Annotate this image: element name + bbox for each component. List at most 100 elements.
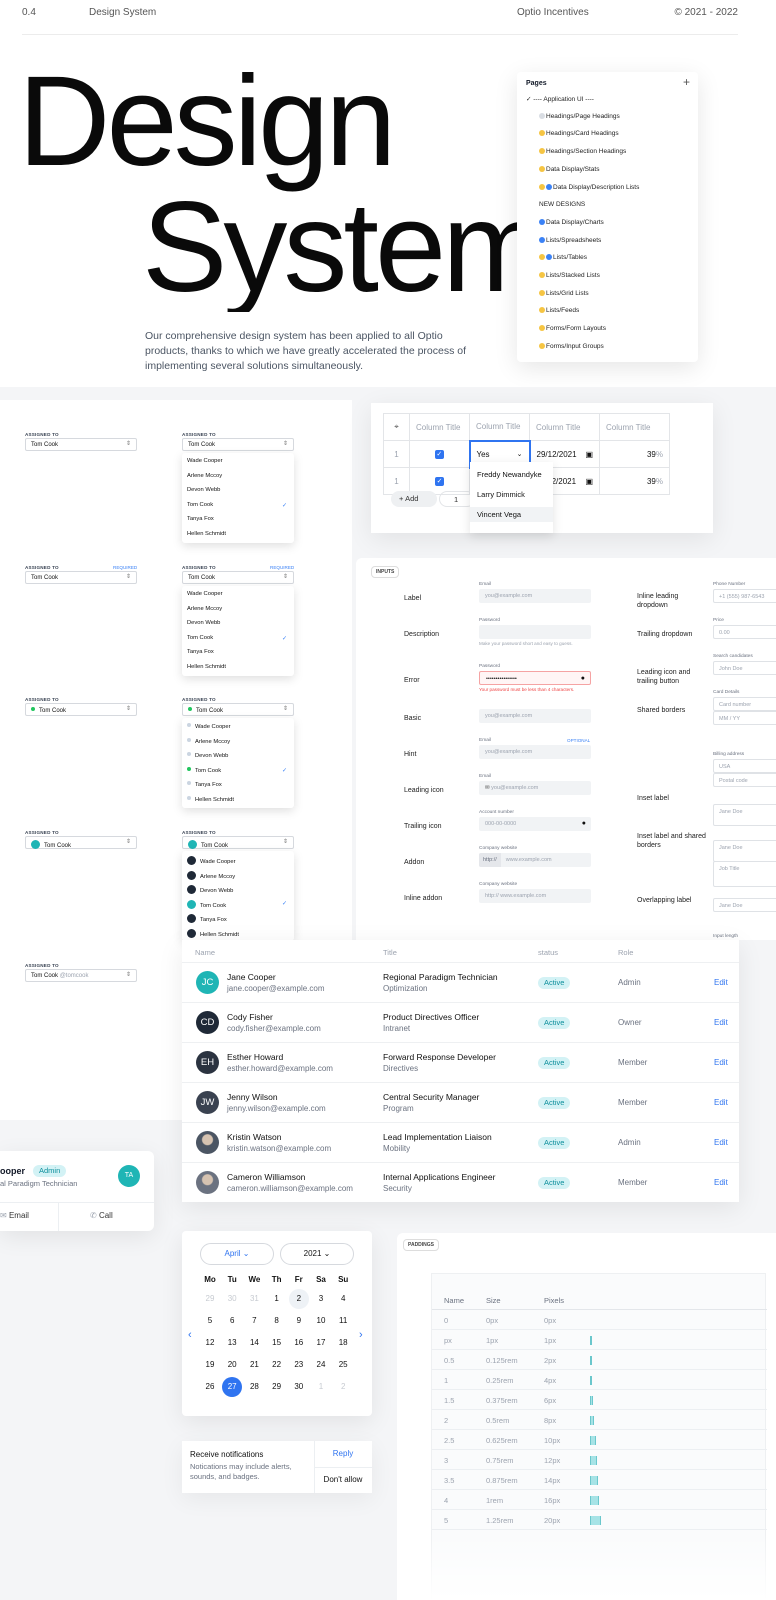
calendar-day[interactable]: 7 (243, 1311, 265, 1331)
calendar-day[interactable]: 21 (243, 1355, 265, 1375)
edit-link[interactable]: Edit (714, 978, 728, 987)
calendar-day[interactable]: 14 (243, 1333, 265, 1353)
page-list-item[interactable]: Lists/Feeds (539, 307, 579, 314)
assigned-select[interactable]: Tom Cook ⇕ (182, 438, 294, 451)
calendar-day[interactable]: 20 (221, 1355, 243, 1375)
text-input[interactable]: http:// www.example.com (479, 889, 591, 903)
edit-link[interactable]: Edit (714, 1058, 728, 1067)
text-input[interactable]: 000-00-0000 ● (479, 817, 591, 831)
calendar-day[interactable]: 11 (332, 1311, 354, 1331)
select-option[interactable]: Tanya Fox (187, 516, 214, 522)
edit-link[interactable]: Edit (714, 1018, 728, 1027)
page-list-item[interactable]: ✓ ---- Application UI ---- (526, 95, 594, 103)
calendar-day[interactable]: 29 (199, 1289, 221, 1309)
select-option[interactable]: Hellen Schmidt (187, 929, 239, 938)
assigned-select[interactable]: Tom Cook @tomcook⇕ (25, 969, 137, 982)
page-list-item[interactable]: Data Display/Description Lists (539, 183, 639, 191)
text-input[interactable]: ✉ you@example.com (479, 781, 591, 795)
page-list-item[interactable]: Lists/Stacked Lists (539, 272, 600, 279)
calendar-day[interactable]: 28 (243, 1377, 265, 1397)
calendar-day[interactable]: 23 (288, 1355, 310, 1375)
edit-link[interactable]: Edit (714, 1098, 728, 1107)
page-list-item[interactable]: Lists/Spreadsheets (539, 236, 601, 244)
select-option[interactable]: Devon Webb (187, 885, 233, 895)
calendar-day[interactable]: 1 (266, 1289, 288, 1309)
assigned-select[interactable]: Tom Cook ⇕ (182, 571, 294, 584)
country-select[interactable]: USA (713, 759, 776, 773)
calendar-day[interactable]: 30 (288, 1377, 310, 1397)
email-button[interactable]: ✉ Email (0, 1211, 29, 1220)
calendar-day[interactable]: 27 (222, 1377, 243, 1397)
text-input[interactable]: you@example.com (479, 745, 591, 759)
select-option[interactable]: Tom Cook (187, 899, 226, 909)
overlap-input[interactable]: Jane Doe (713, 898, 776, 912)
page-list-item[interactable]: Headings/Card Headings (539, 130, 619, 137)
price-input[interactable]: 0.00 (713, 625, 776, 639)
card-expiry-input[interactable]: MM / YY (713, 711, 776, 725)
page-list-item[interactable]: Data Display/Charts (539, 218, 604, 226)
page-list-item[interactable]: Data Display/Stats (539, 165, 599, 173)
calendar-day[interactable]: 10 (310, 1311, 332, 1331)
add-row-button[interactable]: + Add (391, 491, 437, 507)
calendar-day[interactable]: 12 (199, 1333, 221, 1353)
reply-button[interactable]: Reply (314, 1449, 372, 1458)
calendar-day[interactable]: 8 (266, 1311, 288, 1331)
assigned-select[interactable]: Tom Cook ⇕ (25, 571, 137, 584)
column-header[interactable]: Column Title (599, 413, 670, 441)
row-checkbox[interactable]: ✓ (409, 440, 470, 468)
select-option[interactable]: Arlene Mccoy (187, 870, 235, 880)
add-page-icon[interactable]: + (683, 75, 690, 89)
text-input[interactable]: you@example.com (479, 589, 591, 603)
page-list-item[interactable]: Lists/Grid Lists (539, 289, 589, 297)
page-list-item[interactable]: NEW DESIGNS (539, 201, 585, 208)
calendar-day[interactable]: 22 (266, 1355, 288, 1375)
select-option[interactable]: Hellen Schmidt (187, 664, 226, 670)
assigned-select[interactable]: Tom Cook ⇕ (182, 836, 294, 849)
column-header[interactable]: Column Title (529, 413, 600, 441)
percent-cell[interactable]: 39% (599, 440, 670, 468)
card-number-input[interactable]: Card number (713, 697, 776, 711)
call-button[interactable]: ✆ Call (90, 1211, 113, 1220)
search-input[interactable]: John Doe (713, 661, 776, 675)
assigned-select[interactable]: Tom Cook ⇕ (25, 438, 137, 451)
next-month-icon[interactable]: › (359, 1329, 363, 1341)
select-option[interactable]: Tanya Fox (187, 649, 214, 655)
edit-link[interactable]: Edit (714, 1138, 728, 1147)
select-option[interactable]: Devon Webb (187, 620, 220, 626)
calendar-day[interactable]: 2 (332, 1377, 354, 1397)
select-option[interactable]: Devon Webb (187, 752, 228, 759)
select-option[interactable]: Tanya Fox (187, 914, 227, 924)
select-option[interactable]: Tom Cook (187, 635, 213, 641)
name-input[interactable]: Jane Doe (713, 804, 776, 826)
percent-cell[interactable]: 39% (599, 467, 670, 495)
select-option[interactable]: Hellen Schmidt (187, 796, 234, 803)
select-option[interactable]: Tanya Fox (187, 781, 222, 788)
text-input[interactable] (479, 625, 591, 639)
select-option[interactable]: Wade Cooper (187, 591, 223, 597)
name-input[interactable]: Jane Doe (713, 840, 776, 862)
job-title-input[interactable]: Job Title (713, 861, 776, 887)
year-select[interactable]: 2021 ⌄ (280, 1243, 354, 1265)
text-input[interactable]: http://www.example.com (479, 853, 591, 867)
calendar-day[interactable]: 5 (199, 1311, 221, 1331)
page-list-item[interactable]: Headings/Section Headings (539, 148, 626, 155)
calendar-day[interactable]: 18 (332, 1333, 354, 1353)
select-option[interactable]: Wade Cooper (187, 723, 231, 730)
calendar-day[interactable]: 1 (310, 1377, 332, 1397)
calendar-day[interactable]: 17 (310, 1333, 332, 1353)
select-option[interactable]: Wade Cooper (187, 856, 236, 865)
calendar-day[interactable]: 31 (243, 1289, 265, 1309)
assigned-select[interactable]: Tom Cook ⇕ (25, 703, 137, 716)
calendar-day[interactable]: 13 (221, 1333, 243, 1353)
calendar-day[interactable]: 25 (332, 1355, 354, 1375)
text-input[interactable]: you@example.com (479, 709, 591, 723)
text-input[interactable]: •••••••••••••••• ● (479, 671, 591, 685)
select-option[interactable]: Tom Cook (187, 502, 213, 508)
dropdown-option[interactable]: Larry Dimmick (477, 490, 525, 499)
calendar-day[interactable]: 24 (310, 1355, 332, 1375)
calendar-day[interactable]: 16 (288, 1333, 310, 1353)
page-list-item[interactable]: Lists/Tables (539, 254, 587, 261)
calendar-day[interactable]: 26 (199, 1377, 221, 1397)
edit-link[interactable]: Edit (714, 1178, 728, 1187)
select-option[interactable]: Arlene Mccoy (187, 473, 222, 479)
